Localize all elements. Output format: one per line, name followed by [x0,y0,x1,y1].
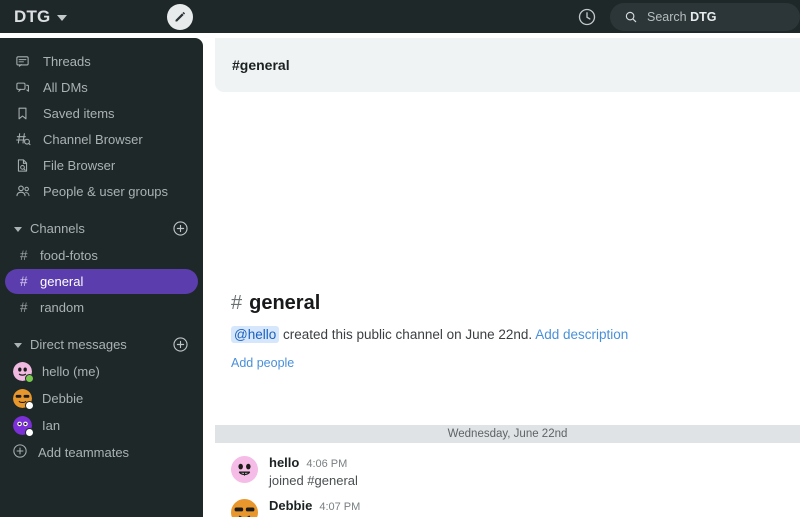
channel-intro: # general @hello created this public cha… [215,292,800,370]
team-header: DTG [0,0,203,33]
sidebar-item-threads[interactable]: Threads [0,48,203,74]
search-placeholder: Search DTG [647,9,717,24]
message-timestamp: 4:07 PM [319,501,361,513]
channel-browser-icon [14,131,31,148]
add-people-link[interactable]: Add people [231,356,784,370]
avatar [13,362,34,383]
caret-down-icon [14,342,22,348]
message-text: joined #general [269,473,358,488]
sidebar-dm-ian[interactable]: Ian [0,412,203,439]
file-browser-icon [14,157,31,174]
hash-icon: # [231,292,243,314]
dm-label: Debbie [42,391,84,406]
channel-intro-title: # general [231,292,784,315]
compose-message-button[interactable] [167,3,193,30]
hash-icon: # [20,274,28,289]
message-timestamp: 4:06 PM [306,458,348,470]
sidebar-item-label: People & user groups [43,183,169,199]
main-panel: #general # general @hello created this p… [215,38,800,517]
add-teammates-label: Add teammates [38,445,130,460]
sidebar-channel-random[interactable]: # random [5,295,198,320]
date-divider-label: Wednesday, June 22nd [447,428,568,440]
sidebar-channel-general[interactable]: # general [5,269,198,294]
pencil-icon [175,12,185,22]
direct-messages-section-header[interactable]: Direct messages [0,330,203,358]
channel-header: #general [215,38,800,92]
dm-label: Ian [42,418,61,433]
message-author[interactable]: hello [269,455,299,470]
status-badge [25,428,34,437]
channels-section-header[interactable]: Channels [0,214,203,242]
status-badge [25,401,34,410]
sidebar-dm-hello[interactable]: hello (me) [0,358,203,385]
channel-header-title: #general [232,57,290,73]
sidebar-item-people-user-groups[interactable]: People & user groups [0,178,203,204]
sidebar-item-label: All DMs [43,79,88,95]
sidebar-dm-debbie[interactable]: Debbie [0,385,203,412]
hash-icon: # [20,300,28,315]
avatar [13,416,34,437]
all-dms-icon [14,79,31,96]
sidebar-item-all-dms[interactable]: All DMs [0,74,203,100]
channel-label: food-fotos [40,248,98,263]
sunglasses-avatar-icon [231,499,258,517]
message-pane[interactable]: # general @hello created this public cha… [215,92,800,517]
message-row: hello 4:06 PM joined #general [215,455,800,488]
hash-icon: # [20,248,28,263]
message-row: Debbie 4:07 PM joined #general [215,498,800,517]
avatar[interactable] [231,499,258,517]
chevron-down-icon [57,14,68,21]
people-icon [14,183,31,200]
top-bar-actions: Search DTG [203,0,800,33]
app-window: DTG Search DTG Threads All DMs Saved ite… [0,0,800,517]
bookmark-icon [14,105,31,122]
team-switcher-button[interactable]: DTG [14,6,68,27]
smiley-avatar-icon [231,456,258,483]
status-badge [25,374,34,383]
message-header: hello 4:06 PM [269,455,784,470]
channel-intro-subtitle: @hello created this public channel on Ju… [231,326,784,345]
message-body: hello 4:06 PM joined #general [269,455,784,488]
channel-label: random [40,300,85,315]
avatar [13,389,34,410]
threads-icon [14,53,31,70]
caret-down-icon [14,226,22,232]
plus-circle-icon [12,443,28,462]
add-description-link[interactable]: Add description [535,327,628,342]
channel-intro-name: general [249,292,321,314]
sidebar: Threads All DMs Saved items Channel Brow… [0,38,203,517]
date-divider: Wednesday, June 22nd [215,425,800,443]
search-input[interactable]: Search DTG [610,2,800,31]
sidebar-item-label: Channel Browser [43,131,143,147]
sidebar-item-label: Threads [43,53,91,69]
sidebar-item-label: File Browser [43,157,116,173]
sidebar-item-saved-items[interactable]: Saved items [0,100,203,126]
team-name-label: DTG [14,6,51,26]
message-header: Debbie 4:07 PM [269,498,784,513]
top-bar: DTG Search DTG [0,0,800,33]
add-channel-button[interactable] [172,220,189,237]
channel-label: general [40,274,84,289]
message-body: Debbie 4:07 PM joined #general [269,498,784,517]
add-direct-message-button[interactable] [172,336,189,353]
channels-section-title: Channels [30,220,85,236]
sidebar-item-file-browser[interactable]: File Browser [0,152,203,178]
channel-created-text: created this public channel on June 22nd… [283,327,533,342]
message-author[interactable]: Debbie [269,498,312,513]
avatar[interactable] [231,456,258,483]
sidebar-channel-food-fotos[interactable]: # food-fotos [5,243,198,268]
creator-mention[interactable]: @hello [231,326,280,343]
sidebar-item-channel-browser[interactable]: Channel Browser [0,126,203,152]
search-icon [625,11,637,22]
history-button[interactable] [576,6,598,28]
dm-label: hello (me) [42,364,100,379]
sidebar-item-label: Saved items [43,105,115,121]
clock-icon [578,8,596,25]
direct-messages-section-title: Direct messages [30,336,127,352]
add-teammates-button[interactable]: Add teammates [0,439,203,466]
